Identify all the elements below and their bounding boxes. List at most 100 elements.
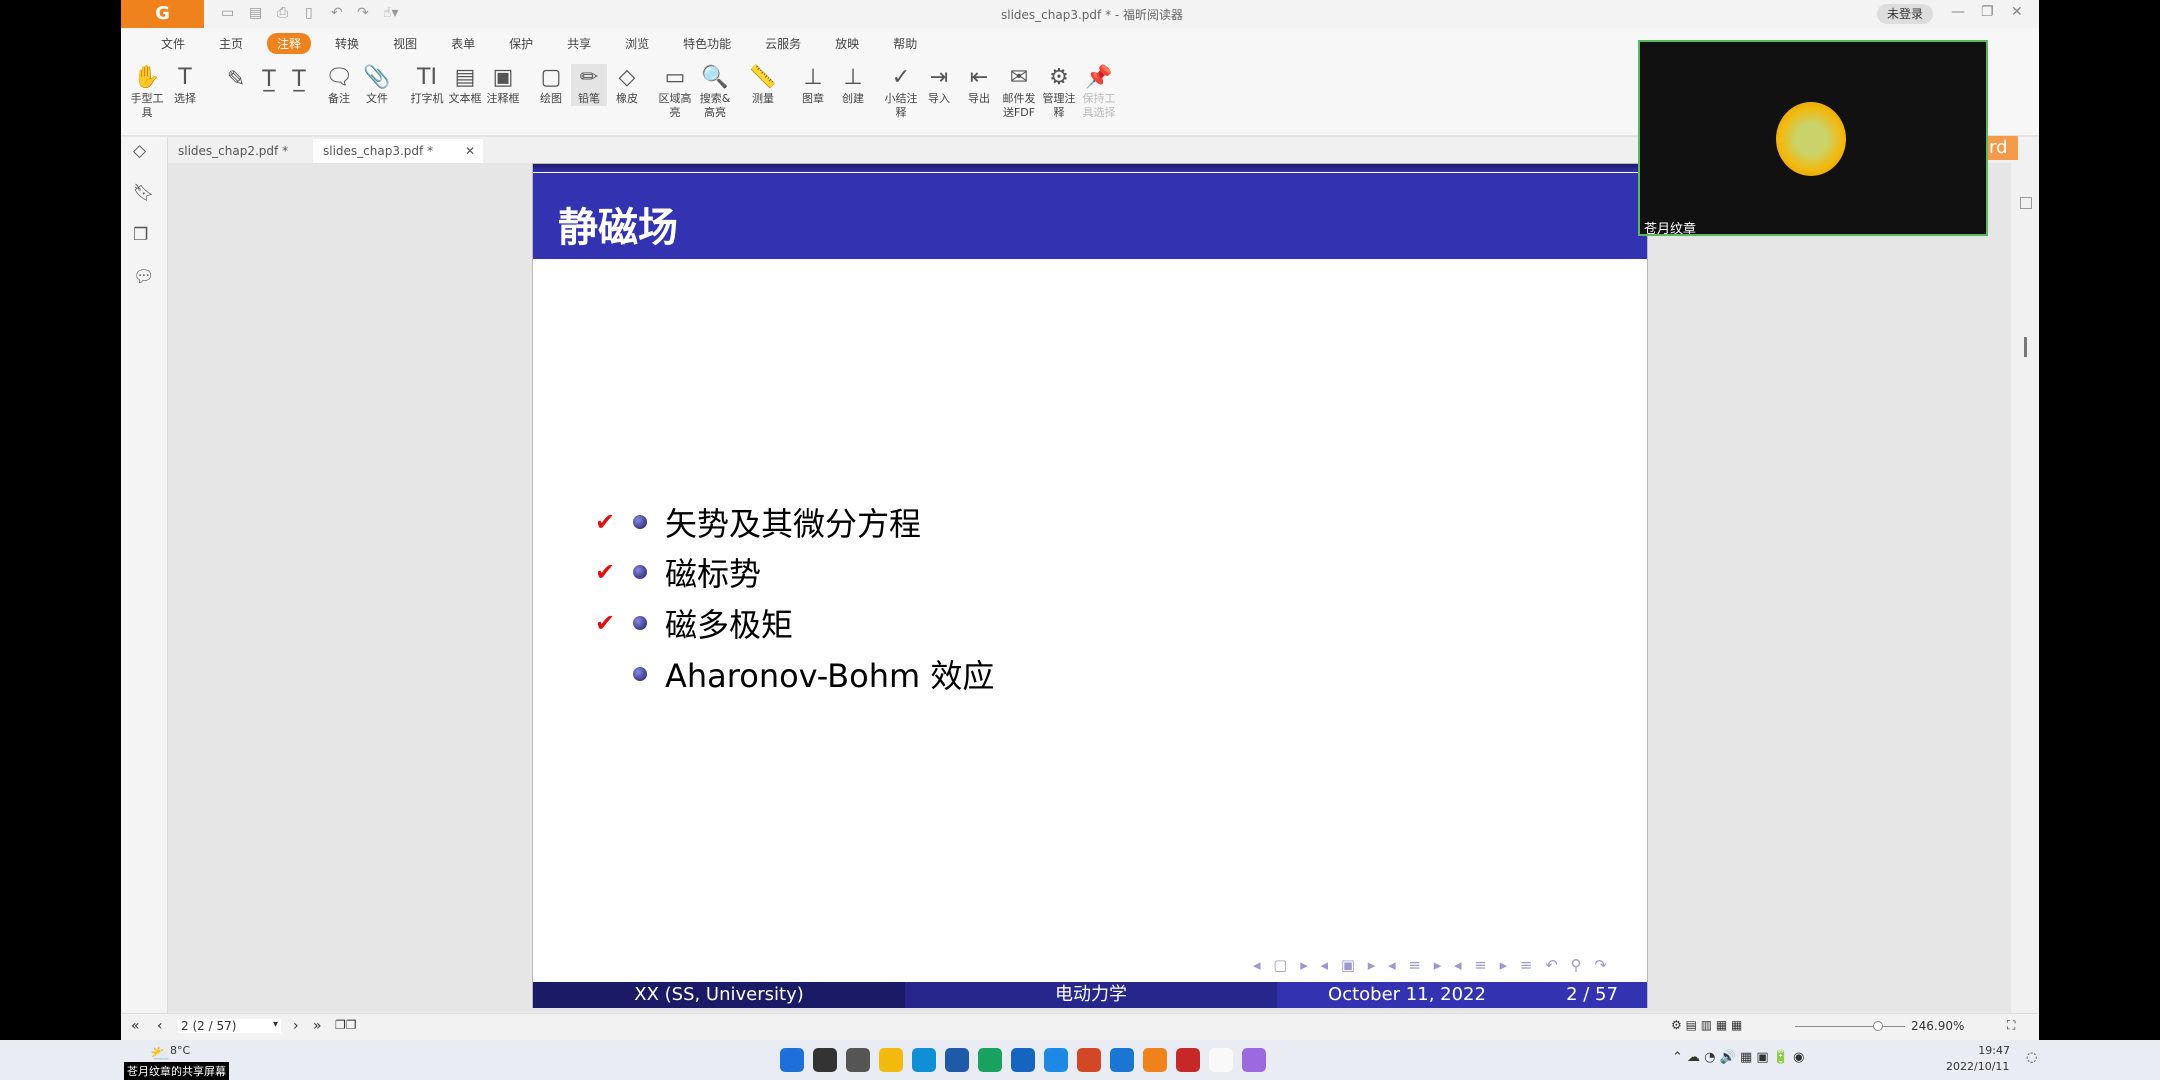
tool-绘图[interactable]: ▢ 绘图	[533, 64, 569, 106]
slide-bullet: ✔ 磁多极矩	[595, 600, 793, 646]
tool-手型工具[interactable]: ✋ 手型工具	[129, 64, 165, 120]
tool-text-markup-2[interactable]: ✎	[218, 66, 254, 94]
restore-button[interactable]: ❐	[1981, 4, 1994, 20]
tab-slides-chap2[interactable]: slides_chap2.pdf *	[168, 139, 318, 163]
bookmark-icon[interactable]: 🔖︎	[133, 183, 155, 203]
wechat-taskbar-icon[interactable]	[978, 1048, 1002, 1072]
view-mode-icons[interactable]: ⚙ ▤ ▥ ▦ ▦	[1671, 1018, 1742, 1032]
close-tab-icon[interactable]: ✕	[465, 139, 475, 163]
tool-搜索&高亮[interactable]: 🔍 搜索&高亮	[697, 64, 733, 120]
menu-11[interactable]: 放映	[825, 33, 869, 54]
pages-icon[interactable]: ❐	[133, 225, 148, 245]
tool-测量[interactable]: 📏 测量	[745, 64, 781, 106]
scroll-thumb[interactable]	[2024, 337, 2027, 357]
menu-12[interactable]: 帮助	[883, 33, 927, 54]
menu-4[interactable]: 视图	[383, 33, 427, 54]
fullscreen-icon[interactable]: ⛶	[2007, 1018, 2015, 1033]
tool-label: 铅笔	[578, 92, 600, 105]
login-button[interactable]: 未登录	[1877, 4, 1933, 24]
dingtalk-taskbar-icon[interactable]	[1011, 1048, 1035, 1072]
next-page-button[interactable]: ›	[293, 1018, 299, 1034]
undo-icon[interactable]: ↶	[331, 5, 343, 21]
tool-邮件发送FDF[interactable]: ✉ 邮件发送FDF	[1001, 64, 1037, 120]
tool-打字机[interactable]: TI 打字机	[409, 64, 445, 106]
bullet-dot-icon	[633, 515, 647, 529]
minimize-button[interactable]: —	[1951, 4, 1965, 20]
menu-2[interactable]: 注释	[267, 32, 312, 54]
redo-icon[interactable]: ↷	[357, 5, 369, 21]
menu-5[interactable]: 表单	[441, 33, 485, 54]
last-page-button[interactable]: »	[313, 1018, 322, 1034]
comments-icon[interactable]: 💬︎	[133, 267, 155, 287]
zoom-slider-handle[interactable]	[1873, 1021, 1883, 1031]
menu-3[interactable]: 转换	[325, 33, 369, 54]
beamer-navigation-symbols[interactable]: ◂ ▢ ▸ ◂ ▣ ▸ ◂ ≡ ▸ ◂ ≡ ▸ ≡ ↶ ⚲ ↷	[1253, 956, 1611, 974]
search-taskbar-icon[interactable]	[813, 1048, 837, 1072]
tab-slides-chap3[interactable]: slides_chap3.pdf * ✕	[313, 139, 483, 163]
tool-橡皮[interactable]: ◇ 橡皮	[609, 64, 645, 106]
tool-导出[interactable]: ⇤ 导出	[961, 64, 997, 106]
print-icon[interactable]: ⎙	[277, 5, 288, 21]
weather-temp: 8°C	[170, 1044, 191, 1057]
tool-导入[interactable]: ⇥ 导入	[921, 64, 957, 106]
menu-0[interactable]: 文件	[151, 33, 195, 54]
tool-保持工具选择[interactable]: 📌 保持工具选择	[1081, 64, 1117, 120]
app-logo[interactable]: G	[121, 0, 204, 28]
menu-9[interactable]: 特色功能	[673, 33, 741, 54]
edge-taskbar-icon[interactable]	[912, 1048, 936, 1072]
participant-avatar	[1776, 102, 1846, 176]
zoom-slider[interactable]	[1795, 1026, 1905, 1027]
menu-7[interactable]: 共享	[557, 33, 601, 54]
new-icon[interactable]: ▯	[305, 5, 313, 21]
vertical-scrollbar[interactable]	[2011, 137, 2039, 1013]
zoom-level[interactable]: 246.90%	[1911, 1019, 1964, 1033]
tool-小结注释[interactable]: ✓ 小结注释	[883, 64, 919, 120]
texstudio-taskbar-icon[interactable]	[1209, 1048, 1233, 1072]
page-input[interactable]: 2 (2 / 57)	[177, 1019, 281, 1033]
page-dropdown-icon[interactable]: ▾	[273, 1019, 278, 1030]
first-page-button[interactable]: «	[131, 1018, 140, 1034]
tool-备注[interactable]: 🗨 备注	[321, 64, 357, 106]
tool-创建[interactable]: ⊥ 创建	[835, 64, 871, 106]
menu-10[interactable]: 云服务	[755, 33, 811, 54]
foxit-taskbar-icon[interactable]	[1143, 1048, 1167, 1072]
store-taskbar-icon[interactable]	[945, 1048, 969, 1072]
tool-icon: ✎	[226, 67, 246, 92]
tool-管理注释[interactable]: ⚙ 管理注释	[1041, 64, 1077, 120]
page-view-icon[interactable]: ❐❐	[335, 1018, 357, 1032]
tool-label: 文本框	[448, 92, 482, 105]
start-taskbar-icon[interactable]	[780, 1048, 804, 1072]
system-tray-icons[interactable]: ⌃ ☁ ◔ 🔊 ▦ ▣ 🔋 ◉	[1672, 1050, 1804, 1065]
tool-label: 邮件发送FDF	[1002, 92, 1036, 119]
menu-6[interactable]: 保护	[499, 33, 543, 54]
clock-date[interactable]: 2022/10/11	[1946, 1060, 2009, 1073]
tool-区域高亮[interactable]: ▭ 区域高亮	[657, 64, 693, 120]
video-call-overlay[interactable]: 苍月纹章	[1638, 40, 1988, 237]
tool-铅笔[interactable]: ✏ 铅笔	[571, 64, 607, 106]
scroll-box[interactable]	[2020, 197, 2032, 209]
prev-page-button[interactable]: ‹	[157, 1018, 163, 1034]
tool-图章[interactable]: ⊥ 图章	[795, 64, 831, 106]
menu-8[interactable]: 浏览	[615, 33, 659, 54]
teams-taskbar-icon[interactable]	[1110, 1048, 1134, 1072]
close-button[interactable]: ✕	[2011, 4, 2023, 20]
eraser-icon[interactable]: ◇	[133, 141, 146, 161]
star-app-taskbar-icon[interactable]	[1242, 1048, 1266, 1072]
tool-注释框[interactable]: ▣ 注释框	[485, 64, 521, 106]
clock-time[interactable]: 19:47	[1964, 1044, 2010, 1057]
weather-icon[interactable]: ⛅	[150, 1044, 170, 1063]
hand-dropdown-icon[interactable]: ☝▾	[383, 5, 399, 21]
menu-1[interactable]: 主页	[209, 33, 253, 54]
powerpoint-taskbar-icon[interactable]	[1077, 1048, 1101, 1072]
tool-文本框[interactable]: ▤ 文本框	[447, 64, 483, 106]
tool-文件[interactable]: 📎 文件	[359, 64, 395, 106]
tool-选择[interactable]: T 选择	[167, 64, 203, 106]
notification-icon[interactable]: ◌	[2026, 1050, 2037, 1065]
pdf-taskbar-icon[interactable]	[1176, 1048, 1200, 1072]
tool-text-markup-4[interactable]: T̲	[281, 66, 317, 94]
task-view-taskbar-icon[interactable]	[846, 1048, 870, 1072]
file-explorer-taskbar-icon[interactable]	[879, 1048, 903, 1072]
save-icon[interactable]: ▤	[249, 5, 262, 21]
maps-taskbar-icon[interactable]	[1044, 1048, 1068, 1072]
open-icon[interactable]: ▭	[221, 5, 234, 21]
